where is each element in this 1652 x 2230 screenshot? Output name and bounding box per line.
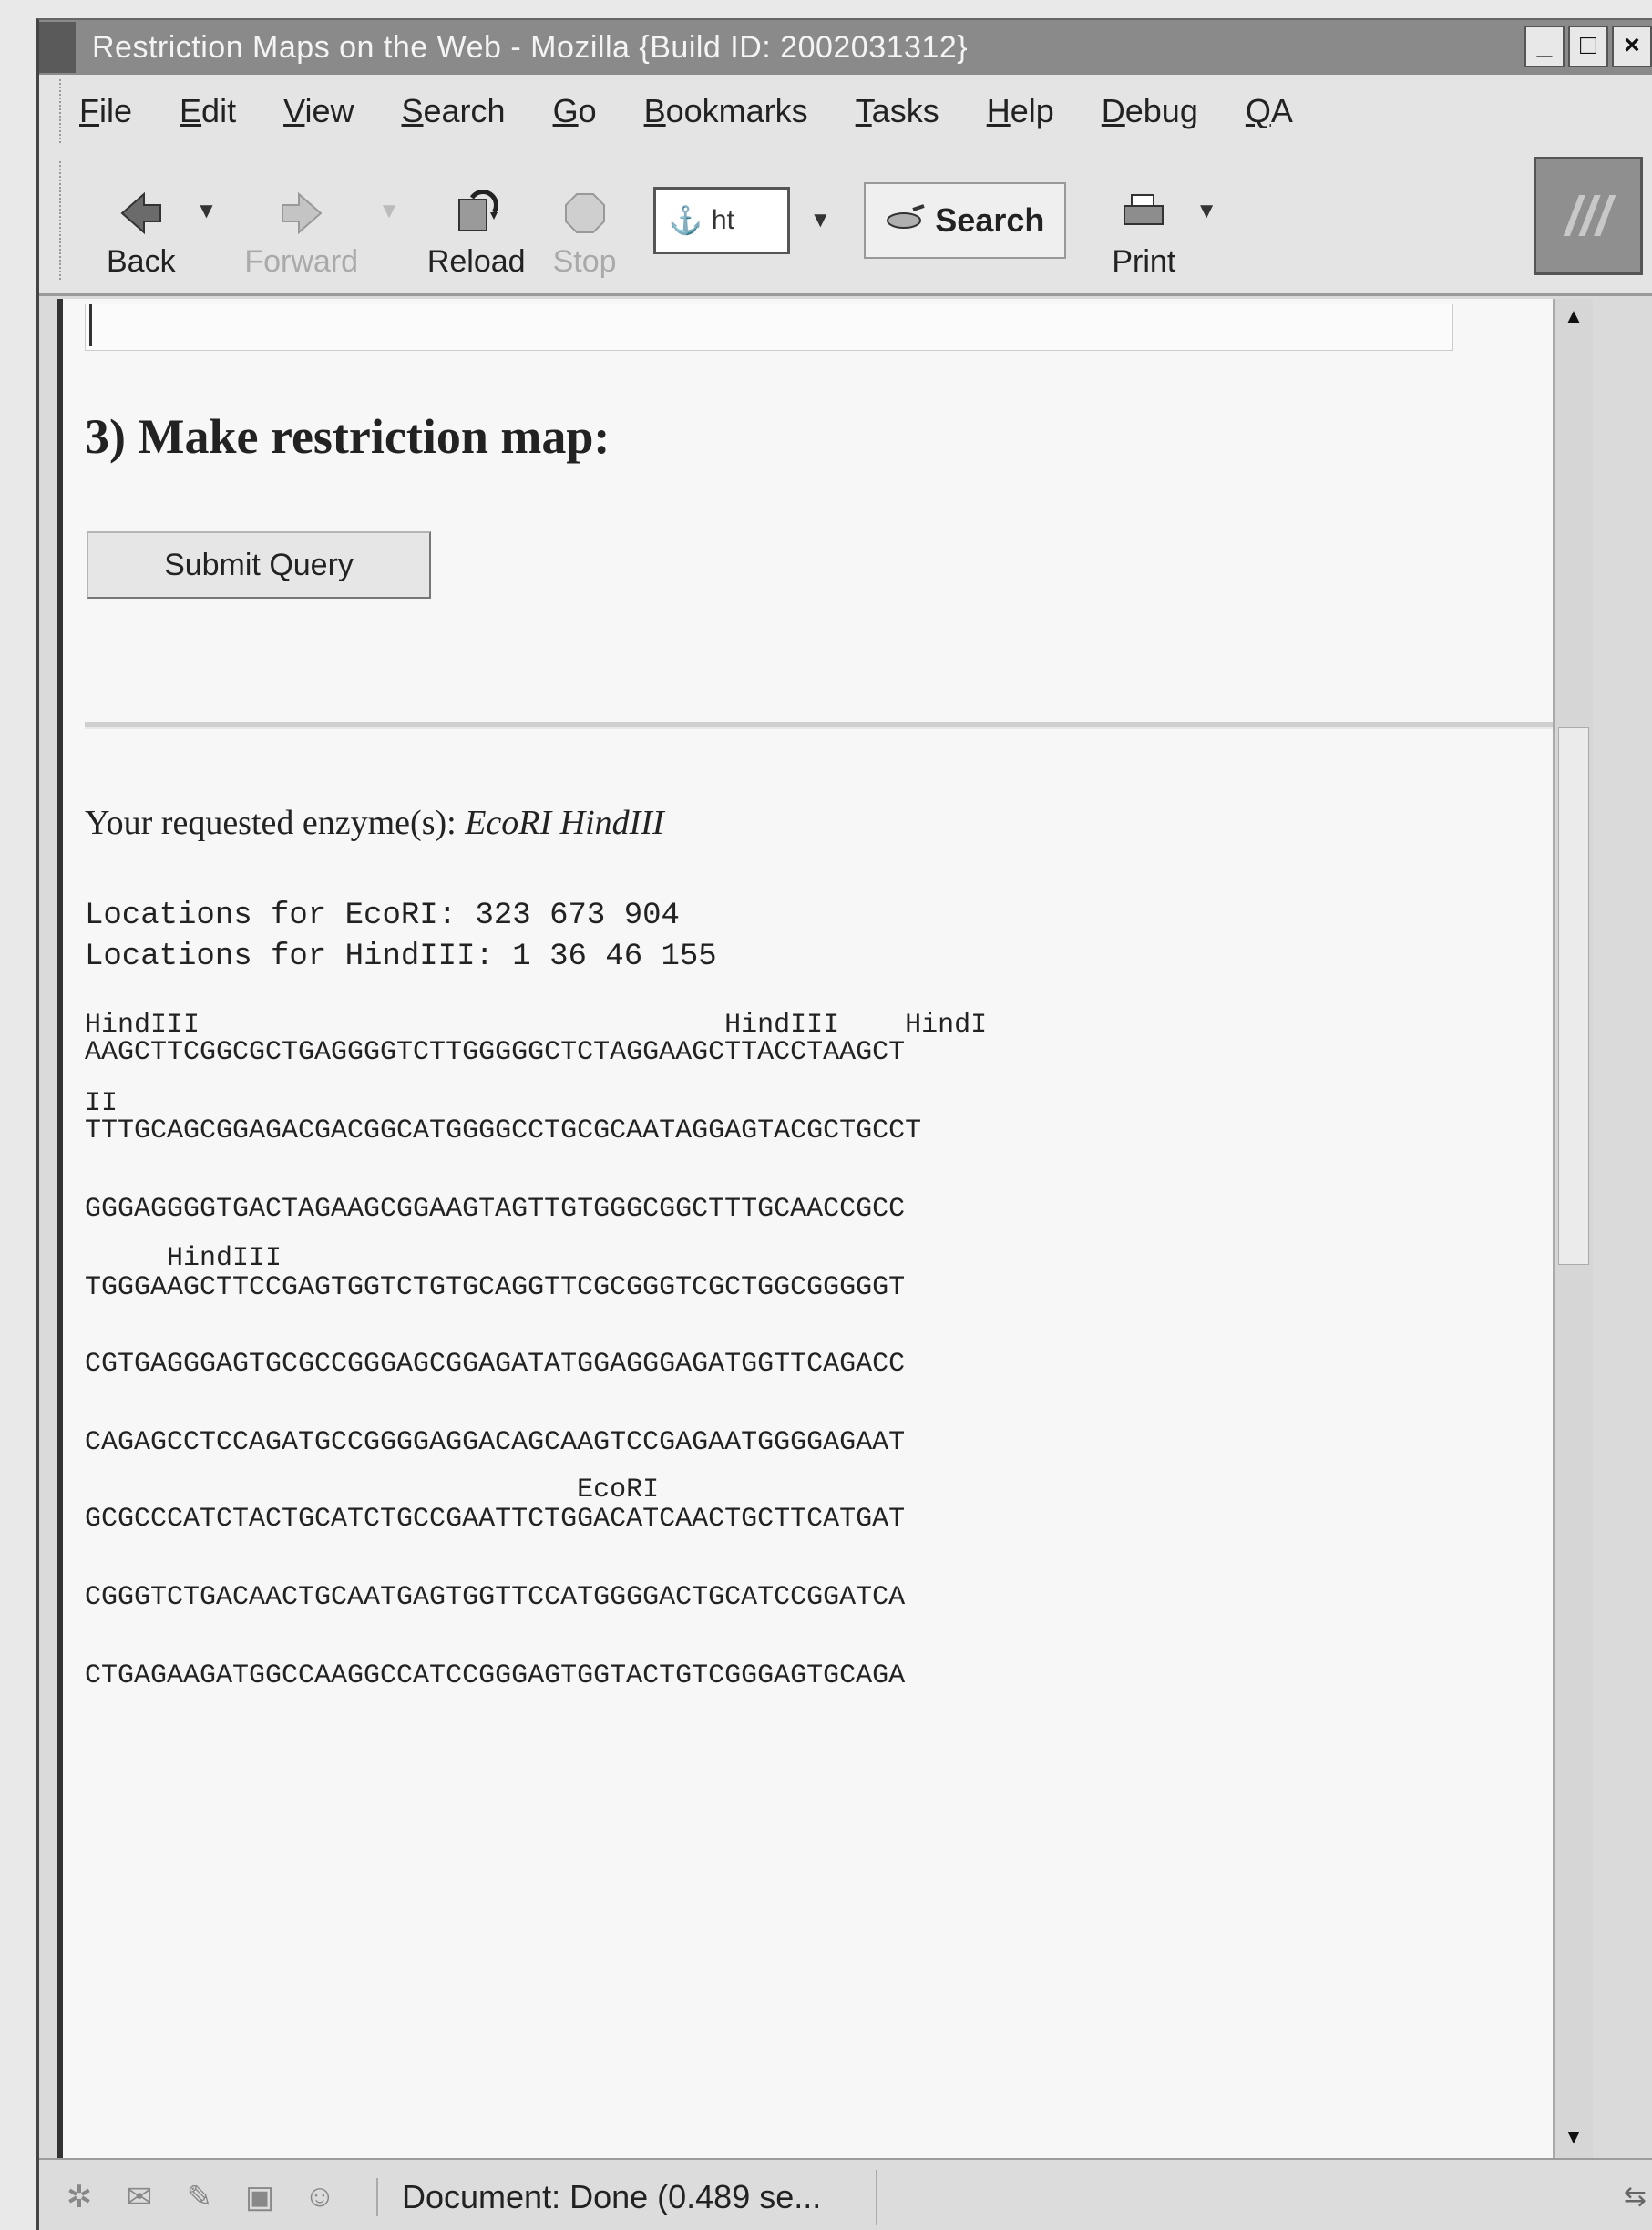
title-bar: Restriction Maps on the Web - Mozilla {B…	[39, 20, 1652, 75]
chat-icon[interactable]: ☺	[300, 2177, 340, 2217]
stop-icon	[559, 188, 611, 239]
close-button[interactable]: ×	[1612, 26, 1652, 67]
seq-label-4: HindIII	[85, 1243, 282, 1274]
menu-go[interactable]: Go	[553, 92, 597, 130]
menu-edit-rest: dit	[201, 92, 237, 129]
menu-bookmarks[interactable]: Bookmarks	[644, 92, 808, 130]
sequence-textarea[interactable]	[85, 304, 1453, 351]
back-arrow-icon	[116, 188, 167, 239]
printer-icon	[1118, 188, 1169, 239]
menu-search[interactable]: Search	[401, 92, 505, 130]
page-content: 3) Make restriction map: Submit Query Yo…	[57, 299, 1593, 2158]
status-separator	[876, 2169, 877, 2225]
forward-label: Forward	[244, 244, 359, 279]
toolbar-grip[interactable]	[46, 161, 61, 280]
stop-label: Stop	[552, 244, 617, 279]
requested-enzymes: Your requested enzyme(s): EcoRI HindIII	[85, 803, 664, 843]
mozilla-throbber-icon[interactable]: ///	[1534, 157, 1643, 275]
print-button[interactable]: Print	[1112, 161, 1175, 280]
status-text: Document: Done (0.489 se...	[376, 2177, 876, 2216]
seq-line-9: CTGAGAAGATGGCCAAGGCCATCCGGGAGTGGTACTGTCG…	[85, 1660, 906, 1691]
forward-button[interactable]: Forward	[244, 161, 358, 280]
scroll-up-icon[interactable]: ▲	[1560, 304, 1587, 332]
back-history-dropdown-icon[interactable]: ▼	[196, 199, 218, 224]
menubar-grip[interactable]	[46, 79, 61, 143]
composer-icon[interactable]: ✎	[180, 2177, 220, 2217]
menu-go-rest: o	[578, 92, 597, 129]
menu-help-rest: elp	[1010, 92, 1054, 129]
stop-button[interactable]: Stop	[553, 161, 617, 280]
menu-file-rest: ile	[99, 92, 133, 129]
section-heading: 3) Make restriction map:	[85, 409, 611, 464]
submit-query-button[interactable]: Submit Query	[87, 531, 431, 599]
seq-line-4: TGGGAAGCTTCCGAGTGGTCTGTGCAGGTTCGCGGGTCGC…	[85, 1272, 906, 1303]
requested-enzyme-names: EcoRI HindIII	[465, 804, 664, 842]
seq-label-1: HindIII HindIII HindI	[85, 1010, 988, 1041]
requested-prefix: Your requested enzyme(s):	[85, 804, 466, 842]
content-left-border	[57, 299, 63, 2158]
menu-qa[interactable]: QA	[1246, 92, 1293, 130]
reload-button[interactable]: Reload	[427, 161, 526, 280]
url-dropdown-icon[interactable]: ▼	[810, 208, 832, 233]
maximize-button[interactable]: □	[1568, 26, 1608, 67]
vertical-scrollbar[interactable]: ▲ ▼	[1553, 299, 1593, 2158]
menu-bar: File Edit View Search Go Bookmarks Tasks…	[39, 75, 1652, 149]
address-book-icon[interactable]: ▣	[240, 2177, 280, 2217]
menu-bookmarks-rest: ookmarks	[665, 92, 808, 129]
reload-label: Reload	[426, 244, 526, 279]
locations-ecori: Locations for EcoRI: 323 673 904	[85, 899, 680, 933]
seq-line-5: CGTGAGGGAGTGCGCCGGGAGCGGAGATATGGAGGGAGAT…	[85, 1349, 906, 1380]
search-button[interactable]: Search	[864, 182, 1067, 259]
menu-view[interactable]: View	[283, 92, 354, 130]
back-label: Back	[107, 244, 176, 279]
forward-history-dropdown-icon[interactable]: ▼	[378, 199, 400, 224]
status-bar: ✲ ✉ ✎ ▣ ☺ Document: Done (0.489 se... ⇆	[39, 2158, 1652, 2230]
menu-tasks[interactable]: Tasks	[856, 92, 939, 130]
print-dropdown-icon[interactable]: ▼	[1195, 199, 1217, 224]
menu-qa-rest: A	[1270, 92, 1293, 129]
seq-label-2: II	[85, 1088, 118, 1119]
scroll-down-icon[interactable]: ▼	[1560, 2125, 1587, 2153]
url-field-value: ht	[711, 205, 734, 235]
menu-help[interactable]: Help	[987, 92, 1054, 130]
menu-search-rest: earch	[423, 92, 506, 129]
navigation-toolbar: Back ▼ Forward ▼ Reload Stop ⚓ ht ▼ Sear…	[39, 148, 1652, 296]
search-icon	[886, 201, 926, 240]
seq-label-7: EcoRI	[85, 1475, 660, 1506]
seq-line-6: CAGAGCCTCCAGATGCCGGGGAGGACAGCAAGTCCGAGAA…	[85, 1427, 906, 1458]
seq-line-2: TTTGCAGCGGAGACGACGGCATGGGGCCTGCGCAATAGGA…	[85, 1115, 922, 1146]
online-status-icon[interactable]: ⇆	[1624, 2181, 1647, 2213]
locations-block: Locations for EcoRI: 323 673 904 Location…	[85, 896, 717, 978]
forward-arrow-icon	[276, 188, 327, 239]
menu-debug[interactable]: Debug	[1102, 92, 1198, 130]
seq-line-1: AAGCTTCGGCGCTGAGGGGTCTTGGGGGCTCTAGGAAGCT…	[85, 1037, 906, 1068]
minimize-button[interactable]: _	[1524, 26, 1565, 67]
search-label: Search	[935, 201, 1045, 239]
horizontal-rule	[85, 722, 1588, 729]
page-proxy-icon: ⚓	[668, 205, 703, 236]
scroll-thumb[interactable]	[1558, 727, 1589, 1265]
menu-tasks-rest: asks	[871, 92, 939, 129]
text-caret	[89, 304, 92, 346]
menu-debug-rest: ebug	[1124, 92, 1198, 129]
menu-view-rest: iew	[304, 92, 354, 129]
window-menu-icon[interactable]	[39, 22, 76, 73]
navigator-icon[interactable]: ✲	[59, 2177, 99, 2217]
back-button[interactable]: Back	[107, 161, 176, 280]
mail-icon[interactable]: ✉	[119, 2177, 159, 2217]
menu-edit[interactable]: Edit	[180, 92, 236, 130]
seq-line-7: GCGCCCATCTACTGCATCTGCCGAATTCTGGACATCAACT…	[85, 1504, 906, 1535]
url-field[interactable]: ⚓ ht	[652, 187, 790, 254]
print-label: Print	[1112, 244, 1176, 279]
menu-file[interactable]: File	[79, 92, 132, 130]
reload-icon	[451, 188, 502, 239]
window-title: Restriction Maps on the Web - Mozilla {B…	[92, 29, 969, 65]
browser-window: Restriction Maps on the Web - Mozilla {B…	[36, 18, 1652, 2230]
seq-line-8: CGGGTCTGACAACTGCAATGAGTGGTTCCATGGGGACTGC…	[85, 1582, 906, 1613]
locations-hindiii: Locations for HindIII: 1 36 46 155	[85, 940, 717, 974]
seq-line-3: GGGAGGGGTGACTAGAAGCGGAAGTAGTTGTGGGCGGCTT…	[85, 1194, 906, 1225]
